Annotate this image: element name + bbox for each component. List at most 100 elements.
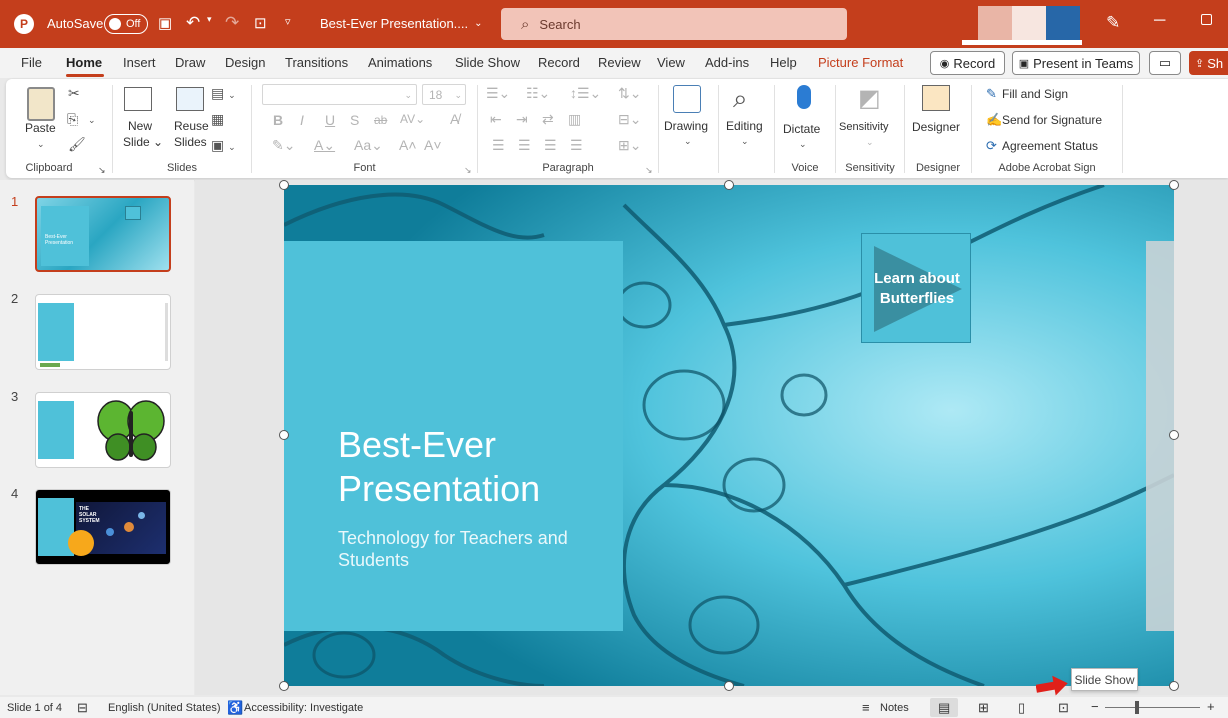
resize-handle-bottom-right[interactable] (1169, 681, 1179, 691)
paragraph-launcher-icon[interactable]: ↘ (645, 162, 653, 178)
thumbnail-slide-3[interactable] (35, 392, 171, 468)
present-from-start-icon[interactable]: ⊡ (254, 14, 267, 32)
fill-sign-label[interactable]: Fill and Sign (1002, 87, 1068, 102)
fill-sign-icon[interactable]: ✎ (986, 86, 997, 102)
redo-icon[interactable]: ↷ (225, 13, 239, 33)
increase-indent-icon[interactable]: ⇥ (516, 111, 528, 127)
customize-toolbar-icon[interactable]: ▿ (285, 15, 291, 28)
autosave-toggle[interactable]: Off (104, 14, 148, 34)
agreement-status-icon[interactable]: ⟳ (986, 138, 997, 154)
shrink-font-icon[interactable]: A˅ (424, 137, 442, 153)
thumbnail-slide-4[interactable]: THE SOLAR SYSTEM (35, 489, 171, 565)
format-painter-icon[interactable]: 🖌 (68, 136, 86, 152)
tab-help[interactable]: Help (770, 55, 797, 70)
columns-icon[interactable]: ▥ (568, 111, 581, 127)
new-slide-label-1[interactable]: New (128, 119, 152, 134)
clear-format-icon[interactable]: A̸ (450, 111, 459, 127)
accessibility-status[interactable]: Accessibility: Investigate (244, 702, 363, 714)
editing-label[interactable]: Editing (726, 119, 763, 134)
resize-handle-bottom-left[interactable] (279, 681, 289, 691)
zoom-out-icon[interactable]: − (1091, 699, 1099, 714)
smartart-icon[interactable]: ⊞⌄ (618, 137, 641, 153)
tab-design[interactable]: Design (225, 55, 265, 70)
sensitivity-dropdown-icon[interactable]: ⌄ (866, 134, 874, 150)
resize-handle-left[interactable] (279, 430, 289, 440)
tab-picture-format[interactable]: Picture Format (818, 55, 903, 70)
slide-subtitle[interactable]: Technology for Teachers and Students (338, 527, 568, 571)
bullets-icon[interactable]: ☰⌄ (486, 85, 510, 101)
restore-icon[interactable] (1201, 14, 1212, 25)
comments-button[interactable]: ▭ (1149, 51, 1181, 75)
tab-record[interactable]: Record (538, 55, 580, 70)
font-launcher-icon[interactable]: ↘ (464, 162, 472, 178)
thumbnail-slide-1[interactable]: Best-Ever Presentation (35, 196, 171, 272)
sensitivity-button-label[interactable]: Sensitivity (839, 120, 889, 135)
sensitivity-icon[interactable]: ◩ (858, 85, 881, 113)
slide-show-view-icon[interactable]: ⊡ (1058, 700, 1069, 716)
font-color-icon[interactable]: A⌄ (314, 137, 335, 153)
zoom-slider-thumb[interactable] (1135, 701, 1139, 714)
align-text-icon[interactable]: ⊟⌄ (618, 111, 641, 127)
reset-icon[interactable]: ▦ (211, 111, 224, 127)
reuse-label-1[interactable]: Reuse (174, 119, 209, 134)
drawing-dropdown-icon[interactable]: ⌄ (684, 133, 692, 149)
record-button[interactable]: ◉ Record (930, 51, 1005, 75)
resize-handle-top-right[interactable] (1169, 180, 1179, 190)
copy-icon[interactable]: ⎘ (67, 111, 78, 127)
find-icon[interactable]: ⌕ (733, 83, 748, 113)
microphone-icon[interactable] (797, 85, 811, 109)
italic-icon[interactable]: I (300, 112, 304, 128)
tab-add-ins[interactable]: Add-ins (705, 55, 749, 70)
minimize-icon[interactable]: ─ (1154, 12, 1165, 30)
sort-icon[interactable]: ⇅⌄ (618, 85, 641, 101)
highlight-icon[interactable]: ✎⌄ (272, 137, 295, 153)
copy-dropdown-icon[interactable]: ⌄ (88, 112, 96, 128)
zoom-slider-track[interactable] (1105, 707, 1200, 708)
resize-handle-bottom[interactable] (724, 681, 734, 691)
notes-button[interactable]: Notes (880, 702, 909, 714)
align-right-icon[interactable]: ☰ (544, 137, 557, 153)
tab-view[interactable]: View (657, 55, 685, 70)
tab-draw[interactable]: Draw (175, 55, 205, 70)
reuse-label-2[interactable]: Slides (174, 135, 207, 150)
undo-icon[interactable]: ↶ (186, 13, 200, 33)
slide-title[interactable]: Best-Ever Presentation (338, 423, 540, 511)
tab-slide-show[interactable]: Slide Show (455, 55, 520, 70)
present-in-teams-button[interactable]: ▣ Present in Teams (1012, 51, 1140, 75)
layout-icon[interactable]: ▤ ⌄ (211, 85, 236, 103)
char-spacing-icon[interactable]: AV⌄ (400, 111, 425, 127)
paste-icon[interactable] (27, 87, 55, 121)
cut-icon[interactable]: ✂ (68, 85, 80, 101)
reuse-slides-icon[interactable] (176, 87, 204, 111)
tab-animations[interactable]: Animations (368, 55, 432, 70)
font-size-select[interactable]: 18 ⌄ (422, 84, 466, 105)
send-signature-icon[interactable]: ✍ (986, 112, 1002, 128)
paste-label[interactable]: Paste (25, 121, 56, 136)
undo-dropdown-icon[interactable]: ▾ (207, 14, 212, 25)
editing-dropdown-icon[interactable]: ⌄ (741, 133, 749, 149)
new-slide-label-2[interactable]: Slide ⌄ (123, 135, 163, 150)
font-name-select[interactable]: ⌄ (262, 84, 417, 105)
designer-pen-icon[interactable]: ✎ (1106, 13, 1120, 33)
resize-handle-top[interactable] (724, 180, 734, 190)
align-left-icon[interactable]: ☰ (492, 137, 505, 153)
dictate-dropdown-icon[interactable]: ⌄ (799, 136, 807, 152)
reading-view-icon[interactable]: ▯ (1018, 700, 1025, 716)
strikethrough-icon[interactable]: ab (374, 112, 387, 128)
line-spacing-icon[interactable]: ↕☰⌄ (570, 85, 601, 101)
paste-dropdown-icon[interactable]: ⌄ (37, 136, 45, 152)
change-case-icon[interactable]: Aa⌄ (354, 137, 383, 153)
current-slide[interactable]: Best-Ever Presentation Technology for Te… (284, 185, 1174, 686)
agreement-status-label[interactable]: Agreement Status (1002, 139, 1098, 154)
tab-file[interactable]: File (21, 55, 42, 70)
designer-icon[interactable] (922, 85, 950, 111)
spelling-icon[interactable]: ⊟ (77, 700, 88, 716)
section-icon[interactable]: ▣ ⌄ (211, 137, 236, 155)
notes-icon[interactable]: ≡ (862, 700, 870, 715)
accessibility-icon[interactable]: ♿ (227, 700, 243, 716)
bold-icon[interactable]: B (273, 112, 283, 128)
language[interactable]: English (United States) (108, 702, 221, 714)
grow-font-icon[interactable]: A˄ (399, 137, 417, 153)
shadow-icon[interactable]: S (350, 112, 359, 128)
document-title[interactable]: Best-Ever Presentation.... ⌄ (320, 16, 483, 31)
